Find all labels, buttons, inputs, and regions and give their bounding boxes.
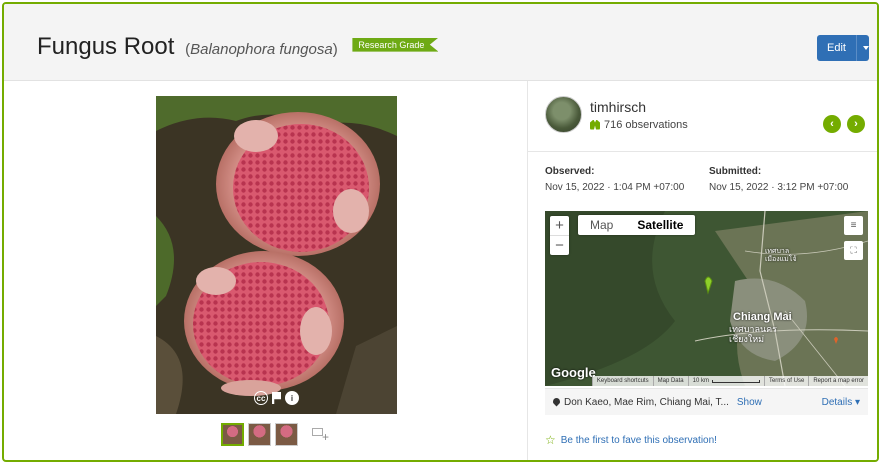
- observer-username[interactable]: timhirsch: [590, 99, 688, 115]
- divider: [528, 151, 877, 152]
- research-grade-badge: Research Grade: [352, 37, 439, 52]
- map-city-label: Chiang Mai: [733, 311, 792, 323]
- previous-arrow-icon[interactable]: ‹: [823, 115, 841, 133]
- edit-label[interactable]: Edit: [817, 42, 856, 54]
- observed-value: Nov 15, 2022 · 1:04 PM +07:00: [545, 182, 685, 193]
- observer-info: timhirsch 716 observations: [590, 99, 688, 131]
- binoculars-icon: [590, 119, 600, 130]
- zoom-in-button[interactable]: +: [550, 216, 569, 235]
- license-icons: cc i: [254, 391, 299, 405]
- observation-count[interactable]: 716 observations: [604, 119, 688, 131]
- thumbnail-1[interactable]: [221, 423, 244, 446]
- place-bar: Don Kaeo, Mae Rim, Chiang Mai, T... Show…: [545, 388, 868, 415]
- observation-photo[interactable]: cc i: [156, 96, 397, 414]
- details-dropdown[interactable]: Details ▾: [822, 397, 860, 408]
- map-type-satellite[interactable]: Satellite: [625, 215, 695, 235]
- observer-count[interactable]: 716 observations: [590, 119, 688, 131]
- observer-block: timhirsch 716 observations: [545, 96, 688, 133]
- terms-link[interactable]: Terms of Use: [763, 376, 809, 386]
- observed-label: Observed:: [545, 166, 595, 177]
- observation-nav: ‹ ›: [823, 115, 865, 133]
- cc-icon[interactable]: cc: [254, 391, 268, 405]
- avatar[interactable]: [545, 96, 582, 133]
- thumbnail-3[interactable]: [275, 423, 298, 446]
- photo-panel: cc i +: [4, 81, 526, 460]
- zoom-control: + −: [550, 216, 569, 255]
- map-city-thai-label: เทศบาลนคร เชียงใหม่: [729, 324, 778, 344]
- map-scale: 10 km: [687, 376, 764, 386]
- star-icon[interactable]: ☆: [545, 433, 556, 447]
- photo-thumbnails: +: [221, 423, 330, 446]
- map-type-toggle: Map Satellite: [578, 215, 696, 235]
- details-panel: timhirsch 716 observations ‹ › Observed:…: [527, 81, 877, 460]
- show-link[interactable]: Show: [737, 397, 762, 408]
- map-small-town-label: เทศบาล เมืองแม่โจ้: [765, 248, 797, 263]
- map-data-link[interactable]: Map Data: [652, 376, 688, 386]
- edit-divider: [856, 35, 857, 61]
- scientific-name: Balanophora fungosa: [190, 41, 333, 58]
- common-name: Fungus Root: [37, 33, 175, 60]
- plus-icon: +: [322, 429, 330, 444]
- map-type-map[interactable]: Map: [578, 215, 625, 235]
- map-scale-label: 10 km: [692, 378, 709, 384]
- map-pin-icon: [553, 397, 560, 407]
- thumbnail-2[interactable]: [248, 423, 271, 446]
- fungus-photo-image: [156, 96, 397, 414]
- fave-text[interactable]: Be the first to fave this observation!: [561, 435, 717, 446]
- chevron-down-icon[interactable]: [863, 46, 869, 50]
- location-map[interactable]: + − Map Satellite ≡ ⛶ เทศบาล เมืองแม่โจ้…: [545, 211, 868, 386]
- edit-button[interactable]: Edit: [817, 35, 869, 61]
- layers-icon[interactable]: ≡: [844, 216, 863, 235]
- next-arrow-icon[interactable]: ›: [847, 115, 865, 133]
- submitted-label: Submitted:: [709, 166, 762, 177]
- zoom-out-button[interactable]: −: [550, 235, 569, 255]
- fullscreen-icon[interactable]: ⛶: [844, 241, 863, 260]
- report-error-link[interactable]: Report a map error: [808, 376, 868, 386]
- place-name: Don Kaeo, Mae Rim, Chiang Mai, T...: [564, 396, 729, 408]
- observation-frame: Fungus Root (Balanophora fungosa) Resear…: [2, 2, 879, 462]
- add-photo-icon[interactable]: +: [312, 427, 330, 444]
- observed-col: Observed: Nov 15, 2022 · 1:04 PM +07:00: [545, 166, 684, 193]
- satellite-imagery: [545, 211, 868, 386]
- flag-icon[interactable]: [272, 392, 281, 404]
- page-title: Fungus Root (Balanophora fungosa) Resear…: [37, 33, 439, 61]
- submitted-value: Nov 15, 2022 · 3:12 PM +07:00: [709, 182, 849, 193]
- info-icon[interactable]: i: [285, 391, 299, 405]
- map-attribution: Keyboard shortcuts Map Data 10 km Terms …: [545, 376, 868, 386]
- scientific-name-wrapper: (Balanophora fungosa): [185, 41, 338, 58]
- observation-header: Fungus Root (Balanophora fungosa) Resear…: [4, 4, 877, 81]
- scale-bar: [711, 379, 760, 383]
- submitted-col: Submitted: Nov 15, 2022 · 3:12 PM +07:00: [709, 166, 848, 193]
- keyboard-shortcuts-link[interactable]: Keyboard shortcuts: [591, 376, 653, 386]
- fave-link[interactable]: ☆ Be the first to fave this observation!: [545, 433, 717, 447]
